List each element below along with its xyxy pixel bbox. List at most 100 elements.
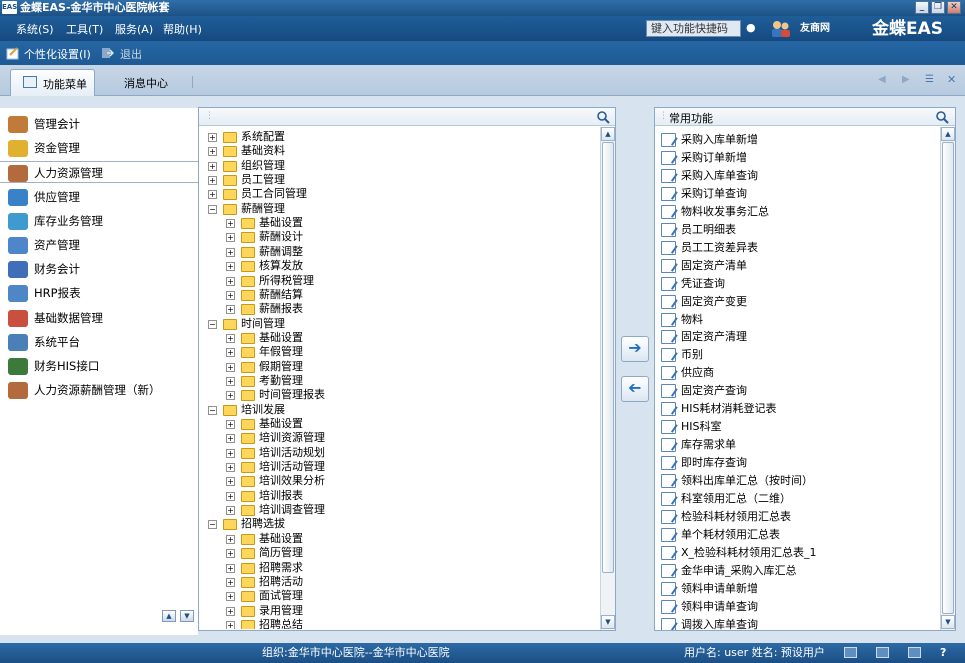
status-grid-icon[interactable]	[908, 647, 921, 658]
nav-item-9[interactable]: 系统平台	[0, 331, 198, 353]
favorite-item[interactable]: 调拨入库单查询	[661, 616, 931, 630]
tree-row[interactable]: + 薪酬结算	[199, 288, 599, 302]
expand-icon[interactable]: +	[208, 161, 217, 171]
expand-icon[interactable]: +	[226, 592, 235, 602]
favorites-scroll-down-arrow[interactable]: ▼	[941, 615, 955, 629]
favorite-item[interactable]: 单个耗材领用汇总表	[661, 526, 931, 544]
tree-row[interactable]: + 培训活动管理	[199, 460, 599, 474]
tree-scroll-down-arrow[interactable]: ▼	[601, 615, 615, 629]
nav-item-3[interactable]: 供应管理	[0, 186, 198, 208]
favorite-item[interactable]: 员工工资差异表	[661, 239, 931, 257]
favorite-item[interactable]: HIS耗材消耗登记表	[661, 400, 931, 418]
favorite-item[interactable]: 领料申请单查询	[661, 598, 931, 616]
expand-icon[interactable]: +	[226, 262, 235, 272]
expand-icon[interactable]: +	[226, 290, 235, 300]
tree-row[interactable]: + 招聘需求	[199, 561, 599, 575]
personal-settings-button[interactable]: 个性化设置(I)	[24, 46, 91, 62]
status-list-icon[interactable]	[844, 647, 857, 658]
tree-row[interactable]: + 年假管理	[199, 345, 599, 359]
tree-row[interactable]: − 培训发展	[199, 403, 599, 417]
menu-service[interactable]: 服务(A)	[115, 21, 153, 37]
tree-scroll-thumb[interactable]	[602, 142, 614, 573]
collapse-icon[interactable]: −	[208, 319, 217, 329]
tree-row[interactable]: + 录用管理	[199, 604, 599, 618]
tree-row[interactable]: + 假期管理	[199, 360, 599, 374]
nav-item-0[interactable]: 管理会计	[0, 113, 198, 135]
tree-row[interactable]: + 招聘活动	[199, 575, 599, 589]
tab-message-center[interactable]: 消息中心	[124, 75, 168, 91]
favorite-item[interactable]: 固定资产查询	[661, 382, 931, 400]
help-icon[interactable]: ?	[940, 643, 946, 663]
tree-row[interactable]: + 基础资料	[199, 144, 599, 158]
expand-icon[interactable]: +	[226, 463, 235, 473]
logout-button[interactable]: 退出	[120, 46, 142, 62]
tree-row[interactable]: + 基础设置	[199, 417, 599, 431]
favorite-item[interactable]: 金华申请_采购入库汇总	[661, 562, 931, 580]
kingdee-logo[interactable]: 友商网	[800, 19, 858, 39]
minimize-button[interactable]: _	[915, 1, 929, 14]
expand-icon[interactable]: +	[226, 549, 235, 559]
tab-close-icon[interactable]: ✕	[947, 73, 956, 86]
expand-icon[interactable]: +	[208, 190, 217, 200]
tree-row[interactable]: − 时间管理	[199, 317, 599, 331]
expand-icon[interactable]: +	[226, 477, 235, 487]
favorite-item[interactable]: 币别	[661, 346, 931, 364]
favorite-item[interactable]: 物料	[661, 311, 931, 329]
expand-icon[interactable]: +	[226, 391, 235, 401]
favorites-scrollbar[interactable]: ▲ ▼	[940, 127, 955, 630]
favorite-item[interactable]: 采购订单新增	[661, 149, 931, 167]
expand-icon[interactable]: +	[226, 491, 235, 501]
tree-row[interactable]: + 考勤管理	[199, 374, 599, 388]
tree-row[interactable]: + 培训效果分析	[199, 474, 599, 488]
tree-row[interactable]: + 招聘总结	[199, 618, 599, 629]
tree-row[interactable]: + 所得税管理	[199, 274, 599, 288]
nav-item-11[interactable]: 人力资源薪酬管理（新）	[0, 379, 198, 401]
nav-item-2[interactable]: 人力资源管理	[0, 161, 198, 184]
tree-row[interactable]: + 培训活动规划	[199, 446, 599, 460]
expand-icon[interactable]: +	[226, 420, 235, 429]
favorite-item[interactable]: 固定资产清理	[661, 328, 931, 346]
search-icon[interactable]: ●	[746, 21, 756, 34]
menu-tools[interactable]: 工具(T)	[66, 21, 103, 37]
menu-help[interactable]: 帮助(H)	[163, 21, 202, 37]
expand-icon[interactable]: +	[226, 348, 235, 358]
tab-function-menu[interactable]: 功能菜单	[10, 69, 95, 96]
tree-search-icon[interactable]	[596, 110, 610, 124]
collapse-icon[interactable]: −	[208, 520, 217, 530]
nav-item-1[interactable]: 资金管理	[0, 137, 198, 159]
nav-item-8[interactable]: 基础数据管理	[0, 307, 198, 329]
favorite-item[interactable]: 固定资产变更	[661, 293, 931, 311]
favorite-item[interactable]: 领料申请单新增	[661, 580, 931, 598]
tree-row[interactable]: + 时间管理报表	[199, 388, 599, 402]
tree-row[interactable]: + 员工合同管理	[199, 187, 599, 201]
expand-icon[interactable]: +	[226, 276, 235, 286]
favorite-item[interactable]: 物料收发事务汇总	[661, 203, 931, 221]
nav-item-6[interactable]: 财务会计	[0, 258, 198, 280]
expand-icon[interactable]: +	[226, 362, 235, 372]
favorite-item[interactable]: 领料出库单汇总（按时间）	[661, 472, 931, 490]
nav-scroll-down-button[interactable]: ▼	[180, 610, 194, 622]
add-to-favorites-button[interactable]: ➔	[621, 336, 649, 362]
menu-system[interactable]: 系统(S)	[16, 21, 54, 37]
expand-icon[interactable]: +	[208, 176, 217, 186]
nav-item-10[interactable]: 财务HIS接口	[0, 355, 198, 377]
favorite-item[interactable]: 员工明细表	[661, 221, 931, 239]
tree-scroll-up-arrow[interactable]: ▲	[601, 127, 615, 141]
favorite-item[interactable]: HIS科室	[661, 418, 931, 436]
collapse-icon[interactable]: −	[208, 204, 217, 214]
favorite-item[interactable]: 科室领用汇总（二维）	[661, 490, 931, 508]
tab-next-icon[interactable]: ▶	[902, 74, 910, 85]
tree-row[interactable]: + 员工管理	[199, 173, 599, 187]
expand-icon[interactable]: +	[226, 563, 235, 573]
favorite-item[interactable]: 固定资产清单	[661, 257, 931, 275]
favorite-item[interactable]: 供应商	[661, 364, 931, 382]
expand-icon[interactable]: +	[226, 305, 235, 315]
expand-icon[interactable]: +	[226, 534, 235, 544]
tab-prev-icon[interactable]: ◀	[878, 74, 886, 85]
collapse-icon[interactable]: −	[208, 405, 217, 415]
expand-icon[interactable]: +	[226, 434, 235, 444]
shortcut-code-input[interactable]: 键入功能快捷码	[646, 20, 741, 37]
favorites-search-icon[interactable]	[935, 110, 949, 124]
expand-icon[interactable]: +	[226, 219, 235, 229]
tree-row[interactable]: − 招聘选拔	[199, 517, 599, 531]
